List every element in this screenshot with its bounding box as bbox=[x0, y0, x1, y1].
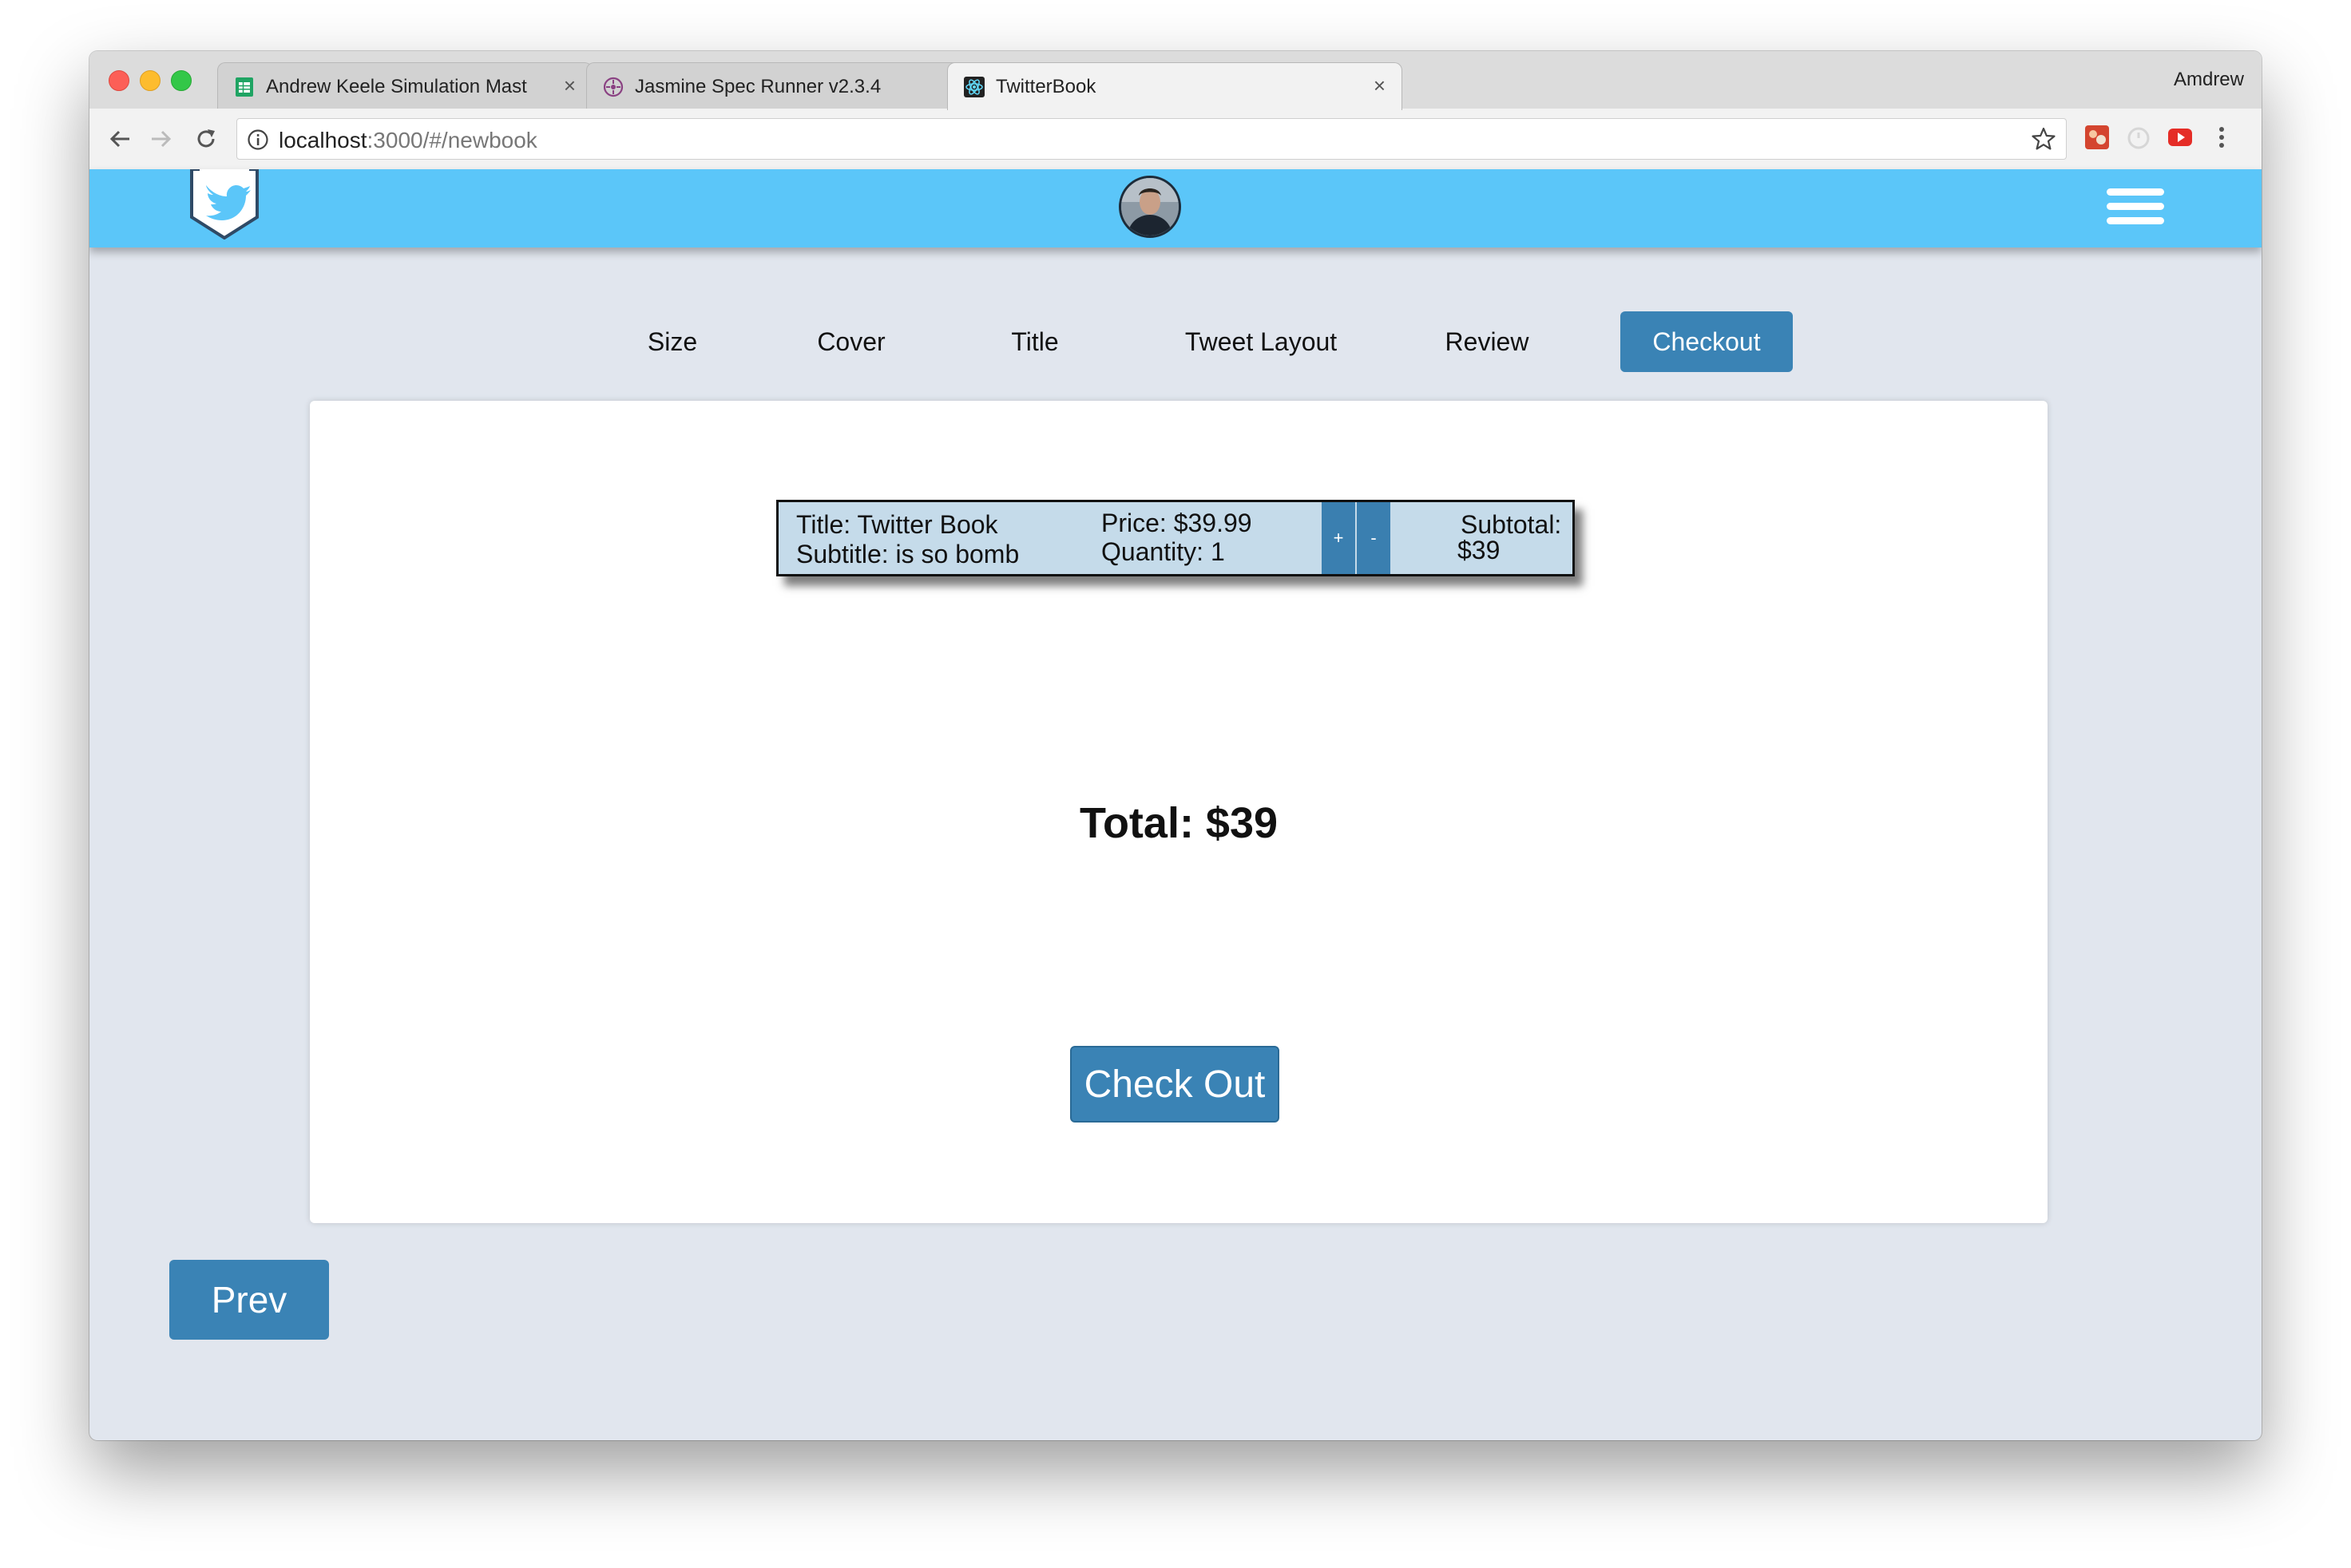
minimize-window-button[interactable] bbox=[140, 70, 161, 91]
url-host: localhost bbox=[279, 128, 367, 152]
step-title[interactable]: Title bbox=[971, 311, 1099, 372]
maximize-window-button[interactable] bbox=[171, 70, 192, 91]
step-tweet-layout[interactable]: Tweet Layout bbox=[1145, 311, 1377, 372]
step-cover[interactable]: Cover bbox=[773, 311, 930, 372]
url-path: :3000/#/newbook bbox=[367, 128, 537, 152]
react-icon bbox=[964, 77, 985, 97]
step-navigation: Size Cover Title Tweet Layout Review Che… bbox=[89, 311, 2262, 372]
cart-item: Title: Twitter Book Subtitle: is so bomb… bbox=[776, 500, 1575, 576]
twitterbook-logo-icon[interactable] bbox=[188, 168, 260, 240]
tab-title: Andrew Keele Simulation Mast bbox=[266, 76, 527, 97]
order-total: Total: $39 bbox=[1079, 799, 1279, 847]
jasmine-icon bbox=[603, 77, 624, 97]
item-title: Title: Twitter Book bbox=[796, 510, 998, 539]
item-price: Price: $39.99 bbox=[1101, 509, 1252, 537]
subtotal-value: $39 bbox=[1457, 536, 1501, 564]
extension-youtube-icon[interactable] bbox=[2166, 123, 2194, 152]
extension-timer-icon[interactable] bbox=[2124, 123, 2153, 152]
tab-twitterbook[interactable]: TwitterBook × bbox=[947, 62, 1402, 110]
reload-icon[interactable] bbox=[190, 123, 222, 155]
bookmark-star-icon[interactable] bbox=[2031, 126, 2056, 156]
browser-toolbar: localhost:3000/#/newbook bbox=[89, 109, 2262, 170]
item-quantity: Quantity: 1 bbox=[1101, 537, 1225, 566]
close-tab-icon[interactable]: × bbox=[564, 74, 576, 97]
prev-button[interactable]: Prev bbox=[169, 1260, 329, 1340]
profile-name[interactable]: Amdrew bbox=[2174, 69, 2244, 91]
close-tab-icon[interactable]: × bbox=[1374, 74, 1386, 97]
menu-bar bbox=[2107, 203, 2164, 210]
menu-bar bbox=[2107, 188, 2164, 196]
check-out-button[interactable]: Check Out bbox=[1070, 1046, 1279, 1123]
decrease-quantity-button[interactable]: - bbox=[1357, 502, 1390, 574]
tab-spreadsheet[interactable]: Andrew Keele Simulation Mast × bbox=[217, 62, 593, 109]
address-bar[interactable]: localhost:3000/#/newbook bbox=[236, 118, 2067, 160]
browser-menu-icon[interactable] bbox=[2207, 123, 2236, 152]
hamburger-menu-icon[interactable] bbox=[2107, 188, 2164, 228]
forward-arrow-icon[interactable] bbox=[145, 123, 177, 155]
app-header bbox=[89, 168, 2262, 247]
tab-title: TwitterBook bbox=[996, 76, 1096, 97]
user-avatar[interactable] bbox=[1119, 176, 1181, 238]
url-text[interactable]: localhost:3000/#/newbook bbox=[279, 128, 537, 153]
extension-photos-icon[interactable] bbox=[2083, 123, 2111, 152]
desktop: Andrew Keele Simulation Mast × Jasmine S… bbox=[0, 0, 2351, 1568]
sheets-icon bbox=[234, 77, 255, 97]
browser-window: Andrew Keele Simulation Mast × Jasmine S… bbox=[89, 51, 2262, 1440]
back-arrow-icon[interactable] bbox=[104, 123, 136, 155]
step-size[interactable]: Size bbox=[607, 311, 738, 372]
item-subtitle: Subtitle: is so bomb bbox=[796, 540, 1020, 568]
tab-strip: Andrew Keele Simulation Mast × Jasmine S… bbox=[89, 51, 2262, 110]
menu-bar bbox=[2107, 217, 2164, 224]
step-review[interactable]: Review bbox=[1412, 311, 1562, 372]
checkout-card: Title: Twitter Book Subtitle: is so bomb… bbox=[310, 401, 2048, 1223]
close-window-button[interactable] bbox=[109, 70, 129, 91]
site-info-icon[interactable] bbox=[247, 129, 269, 155]
step-checkout[interactable]: Checkout bbox=[1620, 311, 1793, 372]
tab-title: Jasmine Spec Runner v2.3.4 bbox=[635, 76, 882, 97]
increase-quantity-button[interactable]: + bbox=[1322, 502, 1355, 574]
